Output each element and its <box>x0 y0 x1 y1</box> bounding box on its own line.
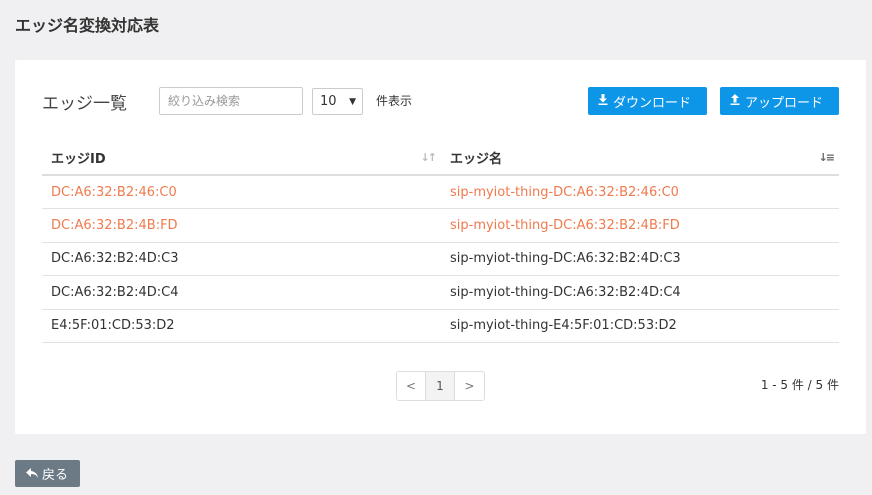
edge-name-cell: sip-myiot-thing-DC:A6:32:B2:4B:FD <box>441 208 839 243</box>
edge-name-cell: sip-myiot-thing-DC:A6:32:B2:4D:C4 <box>441 275 839 310</box>
table-header-row: エッジID ↓↑ エッジ名 ↓≡ <box>42 140 839 176</box>
page-size-value: 10 <box>320 94 337 109</box>
pagination: < 1 > <box>396 371 485 401</box>
result-count: 1 - 5 件 / 5 件 <box>760 378 839 392</box>
sort-ascending-icon: ↓≡ <box>818 151 836 164</box>
table-row[interactable]: DC:A6:32:B2:4B:FD sip-myiot-thing-DC:A6:… <box>42 208 839 243</box>
search-input[interactable] <box>159 87 303 115</box>
edge-name-cell: sip-myiot-thing-E4:5F:01:CD:53:D2 <box>441 309 839 343</box>
prev-page-button[interactable]: < <box>397 372 426 400</box>
upload-button[interactable]: アップロード <box>720 87 839 115</box>
edge-id-cell: DC:A6:32:B2:4D:C4 <box>42 275 441 310</box>
download-button[interactable]: ダウンロード <box>588 87 707 115</box>
back-label: 戻る <box>42 468 69 483</box>
chevron-down-icon: ▼ <box>349 96 356 107</box>
reply-arrow-icon <box>26 467 38 481</box>
column-header-label: エッジ名 <box>450 151 503 167</box>
next-page-button[interactable]: > <box>455 372 484 400</box>
table-row[interactable]: DC:A6:32:B2:4D:C3 sip-myiot-thing-DC:A6:… <box>42 242 839 276</box>
page-1-button[interactable]: 1 <box>426 372 455 400</box>
column-header-label: エッジID <box>51 151 106 167</box>
page-size-select[interactable]: 10 ▼ <box>312 88 363 115</box>
list-title: エッジ一覧 <box>42 94 127 114</box>
page-size-label: 件表示 <box>376 94 413 108</box>
edge-id-cell: DC:A6:32:B2:4B:FD <box>42 208 441 243</box>
edge-list-card: エッジ一覧 10 ▼ 件表示 ダウンロード アップロード エッジID ↓↑ エッ… <box>15 60 866 434</box>
edge-id-cell: E4:5F:01:CD:53:D2 <box>42 309 441 343</box>
column-header-edge-id[interactable]: エッジID ↓↑ <box>42 140 441 176</box>
table-row[interactable]: DC:A6:32:B2:4D:C4 sip-myiot-thing-DC:A6:… <box>42 275 839 310</box>
upload-label: アップロード <box>745 95 824 111</box>
table-row[interactable]: DC:A6:32:B2:46:C0 sip-myiot-thing-DC:A6:… <box>42 175 839 209</box>
download-icon <box>598 94 608 108</box>
edge-id-cell: DC:A6:32:B2:46:C0 <box>42 175 441 209</box>
edge-name-cell: sip-myiot-thing-DC:A6:32:B2:4D:C3 <box>441 242 839 276</box>
column-header-edge-name[interactable]: エッジ名 ↓≡ <box>441 140 839 176</box>
edge-name-cell: sip-myiot-thing-DC:A6:32:B2:46:C0 <box>441 175 839 209</box>
download-label: ダウンロード <box>613 95 692 111</box>
back-button[interactable]: 戻る <box>15 460 80 487</box>
page-title: エッジ名変換対応表 <box>15 16 160 35</box>
upload-icon <box>730 94 740 108</box>
table-row[interactable]: E4:5F:01:CD:53:D2 sip-myiot-thing-E4:5F:… <box>42 309 839 343</box>
edge-id-cell: DC:A6:32:B2:4D:C3 <box>42 242 441 276</box>
sort-icon: ↓↑ <box>420 151 438 164</box>
edge-table: エッジID ↓↑ エッジ名 ↓≡ DC:A6:32:B2:46:C0 sip-m… <box>42 140 839 343</box>
